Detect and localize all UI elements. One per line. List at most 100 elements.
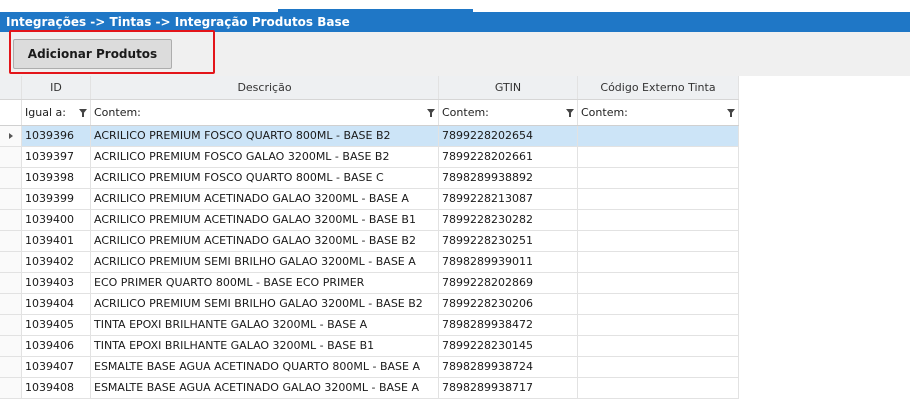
row-selector[interactable]: [0, 189, 22, 209]
cell-codigo-externo[interactable]: [578, 168, 739, 188]
table-row[interactable]: 1039398 ACRILICO PREMIUM FOSCO QUARTO 800…: [0, 168, 739, 189]
cell-gtin[interactable]: 7899228202661: [439, 147, 578, 167]
filter-descricao-label: Contem:: [94, 106, 141, 119]
grid-header-row: ID Descrição GTIN Código Externo Tinta: [0, 76, 739, 100]
table-row[interactable]: 1039401 ACRILICO PREMIUM ACETINADO GALAO …: [0, 231, 739, 252]
cell-gtin[interactable]: 7898289938892: [439, 168, 578, 188]
filter-gtin-input[interactable]: Contem:: [439, 100, 578, 125]
cell-id[interactable]: 1039396: [22, 126, 91, 146]
column-header-id[interactable]: ID: [22, 76, 91, 99]
table-row[interactable]: 1039407 ESMALTE BASE AGUA ACETINADO QUART…: [0, 357, 739, 378]
column-header-codigo-externo[interactable]: Código Externo Tinta: [578, 76, 739, 99]
cell-gtin[interactable]: 7899228230282: [439, 210, 578, 230]
row-selector[interactable]: [0, 336, 22, 356]
cell-gtin[interactable]: 7899228230145: [439, 336, 578, 356]
table-row[interactable]: 1039402 ACRILICO PREMIUM SEMI BRILHO GALA…: [0, 252, 739, 273]
cell-gtin[interactable]: 7899228230251: [439, 231, 578, 251]
filter-funnel-icon[interactable]: [79, 109, 87, 117]
cell-descricao[interactable]: ACRILICO PREMIUM ACETINADO GALAO 3200ML …: [91, 231, 439, 251]
filter-funnel-icon[interactable]: [727, 109, 735, 117]
cell-descricao[interactable]: ESMALTE BASE AGUA ACETINADO GALAO 3200ML…: [91, 378, 439, 398]
filter-id-input[interactable]: Igual a:: [22, 100, 91, 125]
current-row-icon: [8, 133, 13, 139]
cell-codigo-externo[interactable]: [578, 126, 739, 146]
row-selector[interactable]: [0, 357, 22, 377]
cell-id[interactable]: 1039397: [22, 147, 91, 167]
table-row[interactable]: 1039403 ECO PRIMER QUARTO 800ML - BASE EC…: [0, 273, 739, 294]
row-selector[interactable]: [0, 252, 22, 272]
table-row[interactable]: 1039404 ACRILICO PREMIUM SEMI BRILHO GALA…: [0, 294, 739, 315]
cell-codigo-externo[interactable]: [578, 147, 739, 167]
cell-id[interactable]: 1039406: [22, 336, 91, 356]
row-selector[interactable]: [0, 231, 22, 251]
cell-gtin[interactable]: 7899228202869: [439, 273, 578, 293]
cell-descricao[interactable]: ACRILICO PREMIUM SEMI BRILHO GALAO 3200M…: [91, 294, 439, 314]
cell-codigo-externo[interactable]: [578, 189, 739, 209]
cell-descricao[interactable]: TINTA EPOXI BRILHANTE GALAO 3200ML - BAS…: [91, 315, 439, 335]
cell-id[interactable]: 1039407: [22, 357, 91, 377]
filter-funnel-icon[interactable]: [427, 109, 435, 117]
cell-codigo-externo[interactable]: [578, 294, 739, 314]
cell-gtin[interactable]: 7898289939011: [439, 252, 578, 272]
filter-id-label: Igual a:: [25, 106, 66, 119]
cell-descricao[interactable]: ACRILICO PREMIUM FOSCO QUARTO 800ML - BA…: [91, 126, 439, 146]
table-row[interactable]: 1039406 TINTA EPOXI BRILHANTE GALAO 3200M…: [0, 336, 739, 357]
cell-id[interactable]: 1039401: [22, 231, 91, 251]
cell-codigo-externo[interactable]: [578, 252, 739, 272]
cell-descricao[interactable]: ACRILICO PREMIUM FOSCO GALAO 3200ML - BA…: [91, 147, 439, 167]
table-row[interactable]: 1039397 ACRILICO PREMIUM FOSCO GALAO 3200…: [0, 147, 739, 168]
cell-codigo-externo[interactable]: [578, 210, 739, 230]
cell-descricao[interactable]: ECO PRIMER QUARTO 800ML - BASE ECO PRIME…: [91, 273, 439, 293]
cell-gtin[interactable]: 7898289938717: [439, 378, 578, 398]
row-selector[interactable]: [0, 210, 22, 230]
cell-codigo-externo[interactable]: [578, 357, 739, 377]
cell-id[interactable]: 1039400: [22, 210, 91, 230]
cell-gtin[interactable]: 7899228202654: [439, 126, 578, 146]
cell-id[interactable]: 1039399: [22, 189, 91, 209]
cell-id[interactable]: 1039398: [22, 168, 91, 188]
row-selector[interactable]: [0, 294, 22, 314]
cell-gtin[interactable]: 7899228230206: [439, 294, 578, 314]
table-row[interactable]: 1039396 ACRILICO PREMIUM FOSCO QUARTO 800…: [0, 126, 739, 147]
cell-gtin[interactable]: 7898289938472: [439, 315, 578, 335]
grid-body: 1039396 ACRILICO PREMIUM FOSCO QUARTO 800…: [0, 126, 739, 399]
highlight-box: [9, 30, 215, 74]
grid-filter-row: Igual a: Contem: Contem: Contem:: [0, 100, 739, 126]
table-row[interactable]: 1039400 ACRILICO PREMIUM ACETINADO GALAO …: [0, 210, 739, 231]
cell-id[interactable]: 1039404: [22, 294, 91, 314]
cell-descricao[interactable]: ACRILICO PREMIUM SEMI BRILHO GALAO 3200M…: [91, 252, 439, 272]
cell-descricao[interactable]: TINTA EPOXI BRILHANTE GALAO 3200ML - BAS…: [91, 336, 439, 356]
cell-gtin[interactable]: 7899228213087: [439, 189, 578, 209]
empty-area: [739, 76, 910, 400]
filter-funnel-icon[interactable]: [566, 109, 574, 117]
cell-descricao[interactable]: ACRILICO PREMIUM FOSCO QUARTO 800ML - BA…: [91, 168, 439, 188]
cell-codigo-externo[interactable]: [578, 231, 739, 251]
table-row[interactable]: 1039408 ESMALTE BASE AGUA ACETINADO GALAO…: [0, 378, 739, 399]
cell-id[interactable]: 1039408: [22, 378, 91, 398]
cell-descricao[interactable]: ACRILICO PREMIUM ACETINADO GALAO 3200ML …: [91, 189, 439, 209]
row-selector[interactable]: [0, 147, 22, 167]
row-selector[interactable]: [0, 273, 22, 293]
row-selector[interactable]: [0, 315, 22, 335]
row-selector[interactable]: [0, 378, 22, 398]
cell-descricao[interactable]: ACRILICO PREMIUM ACETINADO GALAO 3200ML …: [91, 210, 439, 230]
column-header-descricao[interactable]: Descrição: [91, 76, 439, 99]
cell-descricao[interactable]: ESMALTE BASE AGUA ACETINADO QUARTO 800ML…: [91, 357, 439, 377]
cell-codigo-externo[interactable]: [578, 336, 739, 356]
cell-codigo-externo[interactable]: [578, 273, 739, 293]
filter-descricao-input[interactable]: Contem:: [91, 100, 439, 125]
row-selector[interactable]: [0, 168, 22, 188]
table-row[interactable]: 1039399 ACRILICO PREMIUM ACETINADO GALAO …: [0, 189, 739, 210]
cell-id[interactable]: 1039405: [22, 315, 91, 335]
cell-id[interactable]: 1039402: [22, 252, 91, 272]
cell-gtin[interactable]: 7898289938724: [439, 357, 578, 377]
column-header-gtin[interactable]: GTIN: [439, 76, 578, 99]
cell-id[interactable]: 1039403: [22, 273, 91, 293]
filter-codigo-externo-label: Contem:: [581, 106, 628, 119]
cell-codigo-externo[interactable]: [578, 378, 739, 398]
filter-codigo-externo-input[interactable]: Contem:: [578, 100, 739, 125]
cell-codigo-externo[interactable]: [578, 315, 739, 335]
table-row[interactable]: 1039405 TINTA EPOXI BRILHANTE GALAO 3200M…: [0, 315, 739, 336]
row-selector[interactable]: [0, 126, 22, 146]
products-grid: ID Descrição GTIN Código Externo Tinta I…: [0, 76, 739, 399]
